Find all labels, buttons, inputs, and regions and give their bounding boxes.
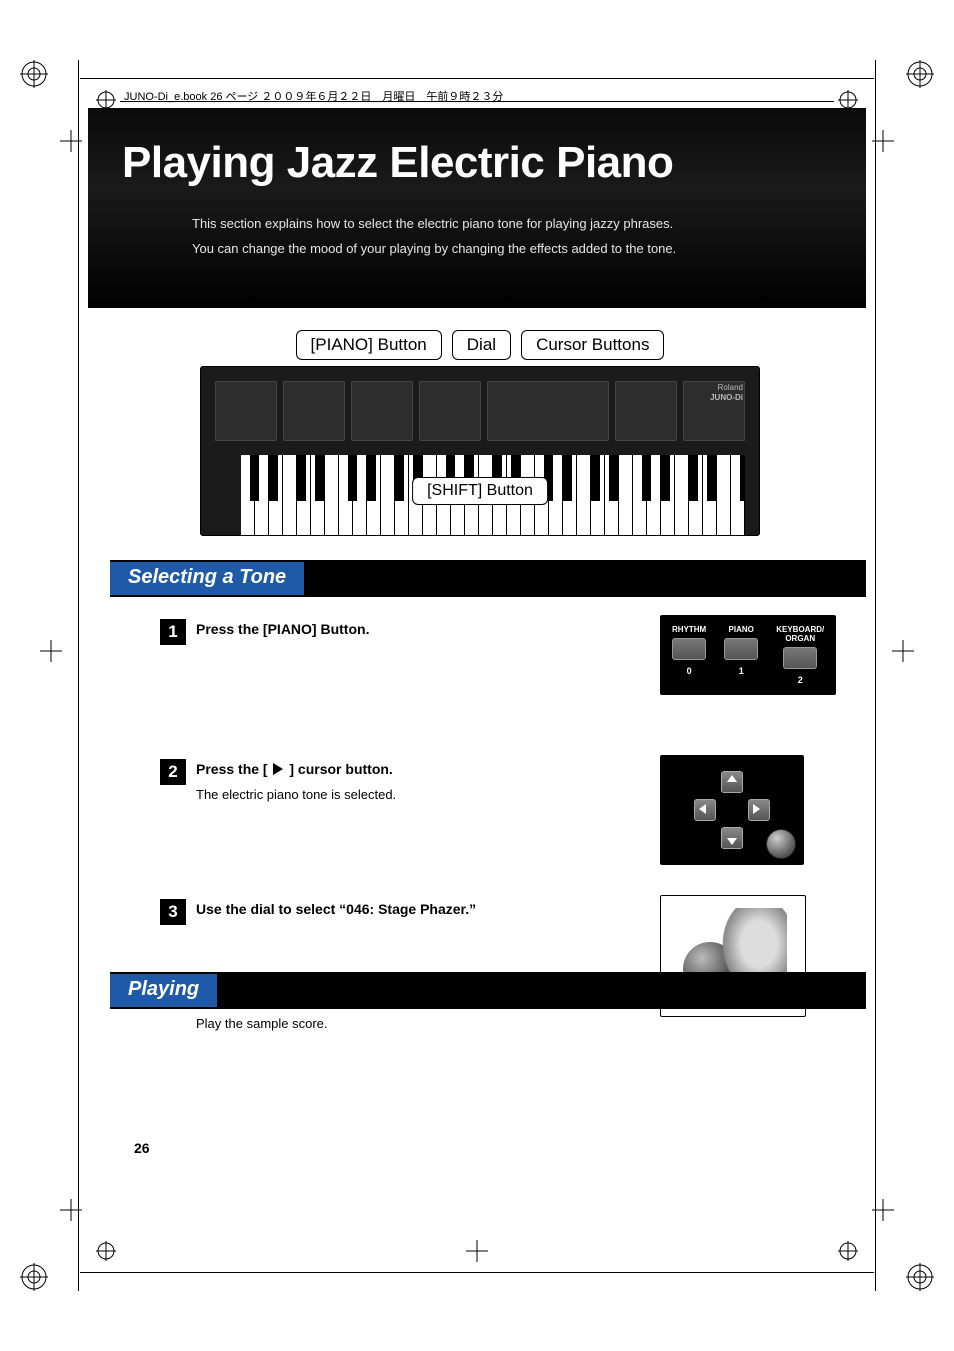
hero-intro-line: This section explains how to select the … [192,212,832,237]
crop-rule [80,1272,874,1273]
step-2: 2 Press the [ ] cursor button. The elect… [160,761,866,871]
section-heading-bar: Playing [110,972,866,1009]
section-selecting-a-tone: Selecting a Tone 1 Press the [PIANO] But… [110,560,866,1041]
crop-cross-icon [872,130,894,152]
crop-rule [80,78,874,79]
callout-cursor-buttons: Cursor Buttons [521,330,664,360]
registration-mark-icon [96,1241,116,1261]
step-1: 1 Press the [PIANO] Button. RHYTHM0 PIAN… [160,621,866,731]
hero-intro-line: You can change the mood of your playing … [192,237,832,262]
registration-mark-icon [20,1263,48,1291]
registration-mark-icon [96,90,116,110]
crop-cross-icon [60,130,82,152]
crop-rule [875,60,876,1291]
crop-cross-icon [40,640,62,662]
section-heading-bar: Selecting a Tone [110,560,866,597]
section-heading: Playing [110,974,217,1007]
panel-label-rhythm: RHYTHM [672,625,706,634]
step-figure [660,755,804,865]
crop-cross-icon [872,1199,894,1221]
section-heading: Selecting a Tone [110,562,304,595]
registration-mark-icon [838,90,858,110]
keyboard-panel-illustration: Roland JUNO-Di [SHIFT] Button [200,366,760,536]
crop-rule [78,60,79,1291]
crop-cross-icon [60,1199,82,1221]
registration-mark-icon [838,1241,858,1261]
cursor-buttons-illustration [672,765,792,855]
page-title: Playing Jazz Electric Piano [122,138,832,188]
panel-label-keyboard-organ: KEYBOARD/ ORGAN [776,625,824,643]
callout-shift-button: [SHIFT] Button [412,477,548,505]
piano-button-icon [724,638,758,660]
keyboard-organ-button-icon [783,647,817,669]
dial-icon [766,829,796,859]
page-number: 26 [134,1140,150,1156]
step-instruction: Press the [ ] cursor button. [196,761,586,777]
section-body-text: Play the sample score. [196,1016,328,1031]
step-figure: RHYTHM0 PIANO1 KEYBOARD/ ORGAN2 [660,615,836,695]
running-header: JUNO-Di_e.book 26 ページ ２００９年６月２２日 月曜日 午前９… [124,88,503,104]
step-description: The electric piano tone is selected. [196,787,586,802]
callout-piano-button: [PIANO] Button [296,330,442,360]
registration-mark-icon [906,60,934,88]
crop-cross-icon [892,640,914,662]
panel-label-piano: PIANO [724,625,758,634]
rhythm-button-icon [672,638,706,660]
keyboard-figure: [PIANO] Button Dial Cursor Buttons Rolan… [200,330,760,536]
step-instruction: Use the dial to select “046: Stage Phaze… [196,901,586,917]
step-number-badge: 1 [160,619,186,645]
crop-cross-icon [466,1240,488,1262]
registration-mark-icon [906,1263,934,1291]
callout-dial: Dial [452,330,511,360]
hero-banner: Playing Jazz Electric Piano This section… [88,108,866,308]
brand-label: Roland JUNO-Di [710,383,743,402]
step-instruction: Press the [PIANO] Button. [196,621,586,637]
step-number-badge: 3 [160,899,186,925]
right-arrow-icon [273,763,283,775]
step-number-badge: 2 [160,759,186,785]
registration-mark-icon [20,60,48,88]
